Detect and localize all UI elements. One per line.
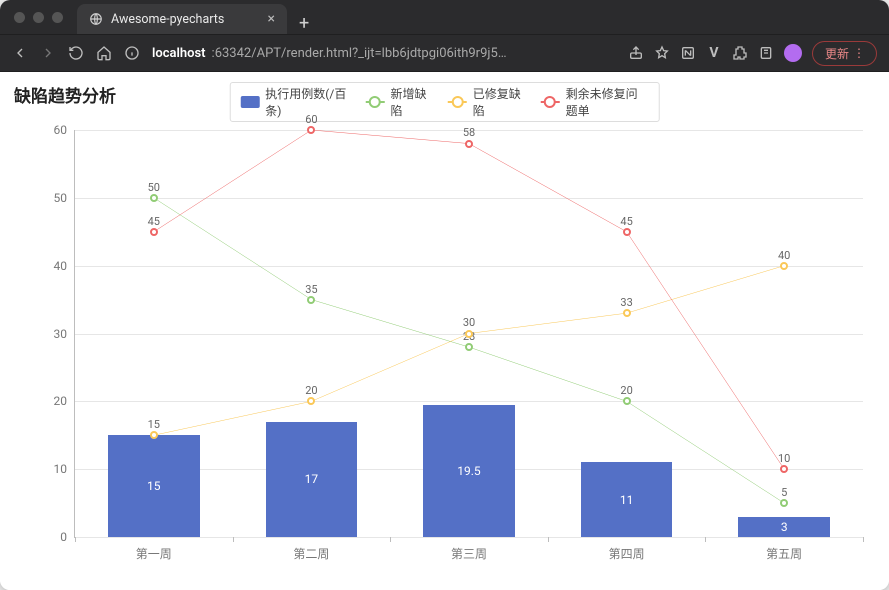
- data-point[interactable]: [465, 330, 473, 338]
- reload-icon[interactable]: [68, 45, 84, 61]
- x-tick: 第二周: [293, 537, 329, 562]
- data-point[interactable]: [623, 309, 631, 317]
- line-swatch: [541, 96, 560, 108]
- share-icon[interactable]: [628, 45, 644, 61]
- point-label: 10: [778, 452, 790, 465]
- update-label: 更新: [825, 45, 849, 62]
- y-tick: 50: [54, 191, 76, 205]
- home-icon[interactable]: [96, 45, 112, 61]
- close-window-dot[interactable]: [14, 12, 25, 23]
- tab-title: Awesome-pyecharts: [111, 12, 224, 27]
- update-button[interactable]: 更新 ⋮: [812, 41, 877, 66]
- data-point[interactable]: [150, 228, 158, 236]
- minimize-window-dot[interactable]: [33, 12, 44, 23]
- legend-item-line3[interactable]: 剩余未修复问题单: [541, 85, 649, 119]
- tab-strip: Awesome-pyecharts × +: [0, 0, 889, 34]
- y-tick: 40: [54, 259, 76, 273]
- y-tick: 10: [54, 462, 76, 476]
- line-swatch: [448, 96, 467, 108]
- x-axis-mark: [705, 537, 706, 542]
- close-tab-icon[interactable]: ×: [268, 12, 275, 26]
- data-point[interactable]: [465, 140, 473, 148]
- back-icon[interactable]: [12, 45, 28, 61]
- chart: 缺陷趋势分析 执行用例数(/百条) 新增缺陷 已修复缺陷 剩余未修复问题单: [14, 82, 875, 576]
- legend-label: 新增缺陷: [390, 85, 431, 119]
- legend-item-line1[interactable]: 新增缺陷: [366, 85, 432, 119]
- tab-awesome-pyecharts[interactable]: Awesome-pyecharts ×: [77, 4, 287, 34]
- window-controls: [8, 0, 77, 34]
- x-tick: 第五周: [766, 537, 802, 562]
- point-label: 30: [463, 316, 475, 329]
- point-label: 20: [305, 384, 317, 397]
- point-label: 35: [305, 283, 317, 296]
- point-label: 50: [148, 181, 160, 194]
- data-point[interactable]: [623, 397, 631, 405]
- legend: 执行用例数(/百条) 新增缺陷 已修复缺陷 剩余未修复问题单: [229, 82, 660, 122]
- x-axis-mark: [863, 537, 864, 542]
- y-tick: 20: [54, 394, 76, 408]
- data-point[interactable]: [307, 397, 315, 405]
- point-label: 60: [305, 113, 317, 126]
- page: 缺陷趋势分析 执行用例数(/百条) 新增缺陷 已修复缺陷 剩余未修复问题单: [0, 72, 889, 590]
- new-tab-button[interactable]: +: [293, 13, 315, 34]
- plot-area: 0102030405060第一周第二周第三周第四周第五周151719.51135…: [74, 130, 863, 538]
- point-label: 5: [781, 486, 787, 499]
- data-point[interactable]: [780, 465, 788, 473]
- point-label: 45: [620, 215, 632, 228]
- address-bar: localhost :63342/APT/render.html?_ijt=lb…: [0, 34, 889, 72]
- star-icon[interactable]: [654, 45, 670, 61]
- data-point[interactable]: [307, 126, 315, 134]
- url-rest: :63342/APT/render.html?_ijt=lbb6jdtpgi06…: [212, 46, 507, 61]
- globe-icon: [89, 12, 103, 26]
- y-tick: 30: [54, 327, 76, 341]
- x-axis-mark: [548, 537, 549, 542]
- legend-label: 已修复缺陷: [473, 85, 525, 119]
- url-host: localhost: [152, 46, 206, 61]
- point-label: 15: [148, 418, 160, 431]
- x-tick: 第四周: [609, 537, 645, 562]
- x-tick: 第三周: [451, 537, 487, 562]
- point-label: 58: [463, 126, 475, 139]
- data-point[interactable]: [307, 296, 315, 304]
- series-line: [154, 130, 784, 469]
- browser-chrome: Awesome-pyecharts × + localhost :63342/A…: [0, 0, 889, 72]
- data-point[interactable]: [780, 262, 788, 270]
- y-tick: 60: [54, 123, 76, 137]
- extensions-icon[interactable]: [732, 45, 748, 61]
- v-icon[interactable]: V: [706, 45, 722, 61]
- toolbar-right: V 更新 ⋮: [628, 41, 877, 66]
- x-axis-mark: [233, 537, 234, 542]
- browser-window: Awesome-pyecharts × + localhost :63342/A…: [0, 0, 889, 590]
- data-point[interactable]: [780, 499, 788, 507]
- legend-label: 剩余未修复问题单: [566, 85, 649, 119]
- url-field[interactable]: localhost :63342/APT/render.html?_ijt=lb…: [152, 46, 616, 61]
- data-point[interactable]: [465, 343, 473, 351]
- x-axis-mark: [75, 537, 76, 542]
- zoom-window-dot[interactable]: [52, 12, 63, 23]
- forward-icon[interactable]: [40, 45, 56, 61]
- notion-icon[interactable]: [680, 45, 696, 61]
- x-axis-mark: [390, 537, 391, 542]
- data-point[interactable]: [623, 228, 631, 236]
- legend-item-line2[interactable]: 已修复缺陷: [448, 85, 525, 119]
- site-info-icon[interactable]: [124, 45, 140, 61]
- data-point[interactable]: [150, 431, 158, 439]
- x-tick: 第一周: [136, 537, 172, 562]
- point-label: 33: [620, 296, 632, 309]
- point-label: 45: [148, 215, 160, 228]
- kebab-icon: ⋮: [853, 46, 864, 60]
- avatar[interactable]: [784, 44, 802, 62]
- bookmark-list-icon[interactable]: [758, 45, 774, 61]
- legend-item-bar[interactable]: 执行用例数(/百条): [240, 85, 349, 119]
- chart-title: 缺陷趋势分析: [14, 82, 116, 107]
- data-point[interactable]: [150, 194, 158, 202]
- point-label: 40: [778, 249, 790, 262]
- y-tick: 0: [60, 530, 75, 544]
- point-label: 20: [620, 384, 632, 397]
- line-swatch: [366, 96, 385, 108]
- bar-swatch: [240, 96, 259, 108]
